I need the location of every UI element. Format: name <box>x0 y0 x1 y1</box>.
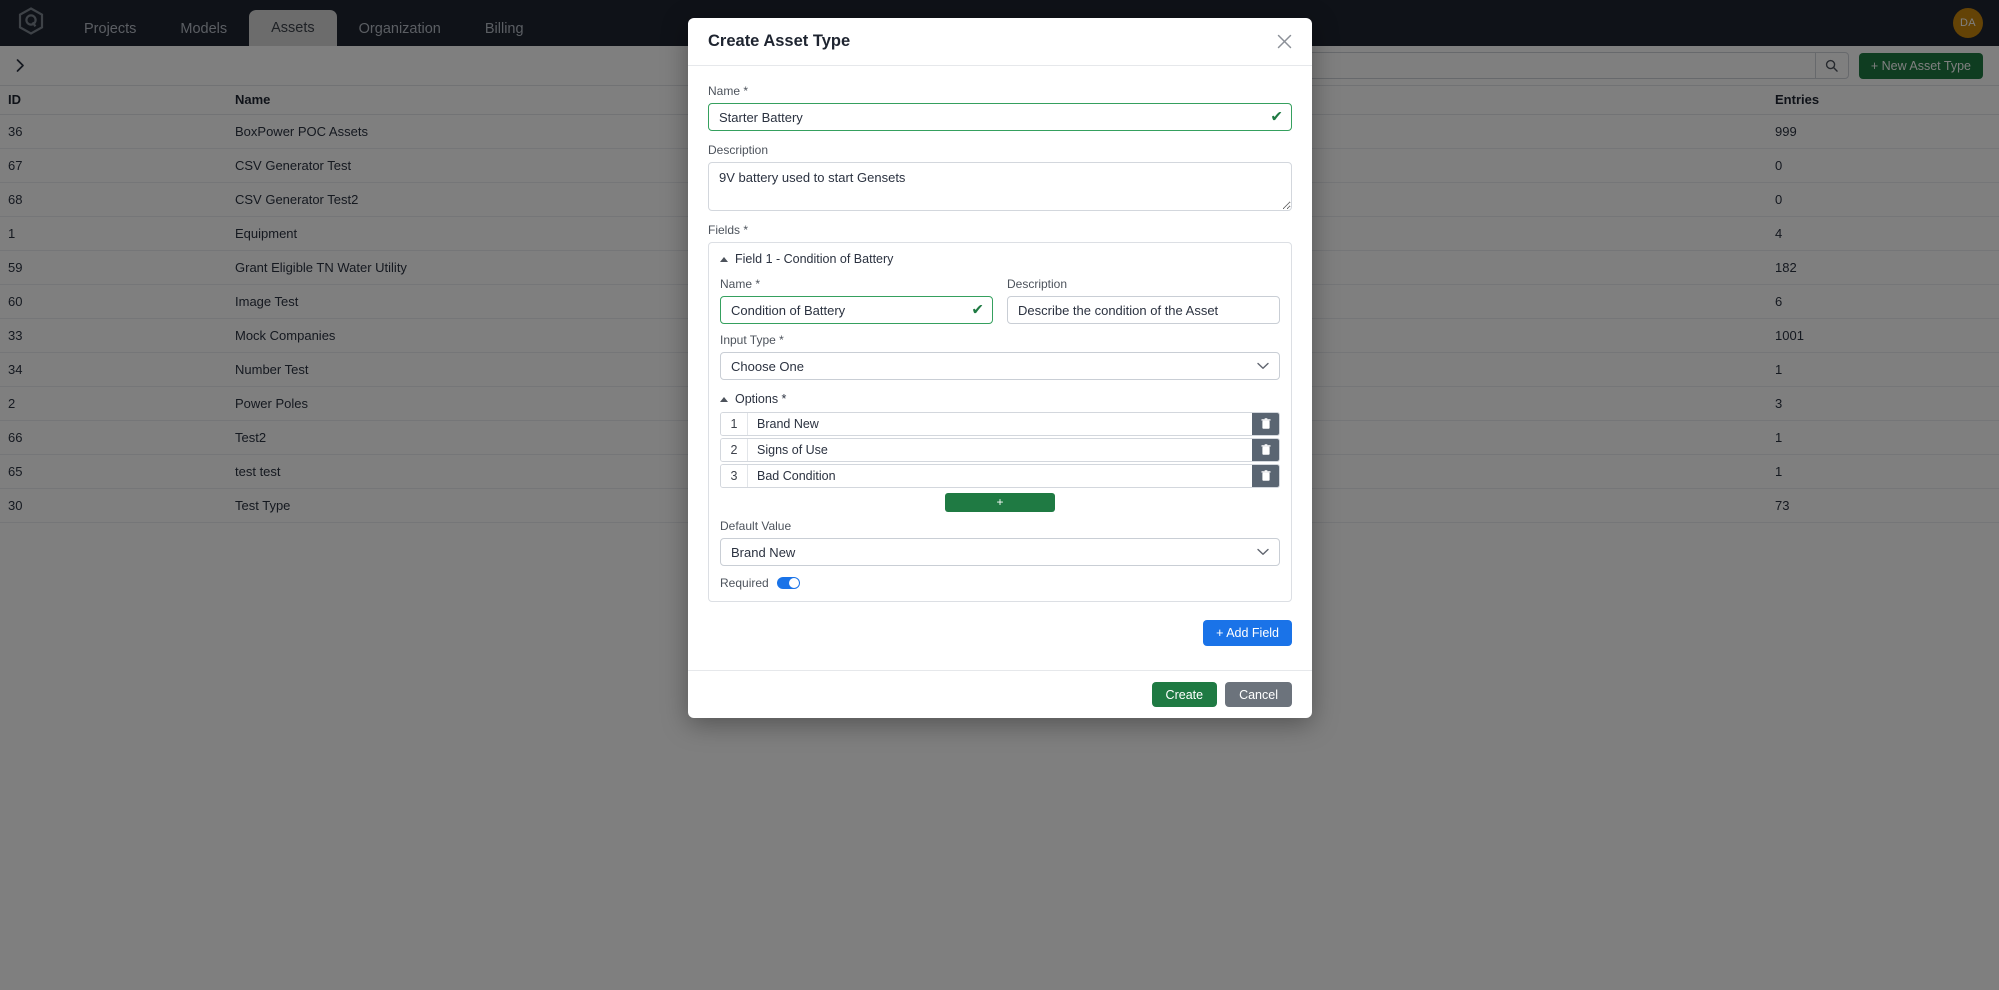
option-value-input[interactable]: Signs of Use <box>748 439 1252 461</box>
option-value-input[interactable]: Bad Condition <box>748 465 1252 487</box>
field-name-label: Name * <box>720 277 761 291</box>
cancel-button[interactable]: Cancel <box>1225 682 1292 707</box>
option-delete-button[interactable] <box>1252 413 1279 435</box>
add-field-button[interactable]: + Add Field <box>1203 620 1292 646</box>
trash-icon <box>1260 444 1271 455</box>
close-button[interactable] <box>1277 34 1292 49</box>
dialog-header: Create Asset Type <box>688 18 1312 66</box>
field-description-label: Description <box>1007 277 1068 291</box>
chevron-down-icon <box>1257 362 1269 370</box>
asset-name-field-wrap: ✔ <box>708 103 1292 131</box>
dialog-body: Name * ✔ Description 9V battery used to … <box>688 66 1312 670</box>
input-type-value: Choose One <box>731 358 804 374</box>
required-row: Required <box>720 576 1280 590</box>
field-name-description-row: Name * ✔ Description <box>720 277 1280 324</box>
field-description-input[interactable] <box>1007 296 1280 324</box>
option-index: 3 <box>721 465 748 487</box>
add-option-button[interactable]: + <box>945 493 1055 512</box>
asset-name-input[interactable] <box>708 103 1292 131</box>
asset-description-label: Description <box>708 143 769 157</box>
asset-description-textarea[interactable]: 9V battery used to start Gensets <box>708 162 1292 211</box>
field-card-1: Field 1 - Condition of Battery Name * ✔ … <box>708 242 1292 602</box>
create-button[interactable]: Create <box>1151 682 1218 707</box>
fields-section-label: Fields * <box>708 223 749 237</box>
input-type-label: Input Type * <box>720 333 784 347</box>
option-delete-button[interactable] <box>1252 465 1279 487</box>
add-field-row: + Add Field <box>708 620 1292 646</box>
options-block: Options * 1 Brand New 2 Signs of Use 3 Bad Co… <box>720 392 1280 512</box>
trash-icon <box>1260 418 1271 429</box>
default-value-text: Brand New <box>731 544 796 560</box>
option-delete-button[interactable] <box>1252 439 1279 461</box>
caret-up-icon <box>720 256 728 262</box>
asset-name-label: Name * <box>708 84 749 98</box>
option-value-input[interactable]: Brand New <box>748 413 1252 435</box>
dialog-title: Create Asset Type <box>708 32 851 50</box>
field-header-label: Field 1 - Condition of Battery <box>735 252 894 266</box>
default-value-select[interactable]: Brand New <box>720 538 1280 566</box>
chevron-down-icon <box>1257 548 1269 556</box>
required-toggle[interactable] <box>776 577 800 589</box>
field-description-group: Description <box>1007 277 1280 324</box>
options-label: Options * <box>735 392 787 406</box>
option-row: 3 Bad Condition <box>720 464 1280 488</box>
option-index: 1 <box>721 413 748 435</box>
caret-up-icon <box>720 396 728 402</box>
default-value-label: Default Value <box>720 519 792 533</box>
dialog-footer: Create Cancel <box>688 670 1312 718</box>
option-index: 2 <box>721 439 748 461</box>
options-collapse-header[interactable]: Options * <box>720 392 1280 406</box>
option-row: 2 Signs of Use <box>720 438 1280 462</box>
create-asset-type-dialog: Create Asset Type Name * ✔ Description 9… <box>688 18 1312 718</box>
field-name-wrap: ✔ <box>720 296 993 324</box>
trash-icon <box>1260 470 1271 481</box>
options-list: 1 Brand New 2 Signs of Use 3 Bad Condition <box>720 412 1280 488</box>
option-row: 1 Brand New <box>720 412 1280 436</box>
field-name-input[interactable] <box>720 296 993 324</box>
field-collapse-header[interactable]: Field 1 - Condition of Battery <box>720 252 1280 266</box>
close-icon <box>1277 34 1292 49</box>
field-name-group: Name * ✔ <box>720 277 993 324</box>
input-type-select[interactable]: Choose One <box>720 352 1280 380</box>
required-label: Required <box>720 576 769 590</box>
